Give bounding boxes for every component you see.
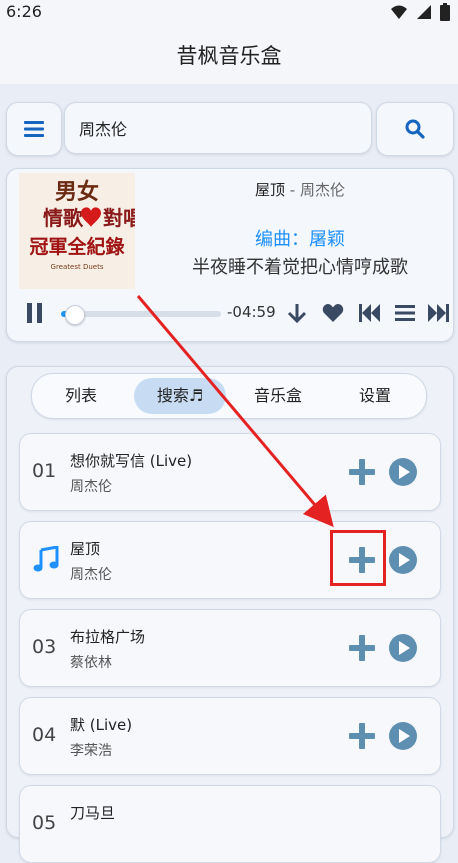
hamburger-icon [24, 121, 44, 137]
song-number: 04 [32, 724, 57, 746]
favorite-button[interactable] [319, 299, 347, 327]
tab-music-box[interactable]: 音乐盒 [232, 378, 324, 414]
song-number: 03 [32, 636, 57, 658]
svg-text:情歌: 情歌 [43, 206, 84, 230]
battery-icon [440, 3, 450, 21]
song-artist: 蔡依林 [70, 655, 112, 671]
play-circle-icon[interactable] [388, 721, 418, 751]
heart-icon [322, 304, 344, 322]
lyric-next: 半夜睡不着觉把心情哼成歌 [192, 257, 408, 278]
play-circle-icon[interactable] [388, 457, 418, 487]
skip-next-icon [428, 304, 449, 322]
album-art[interactable]: 男女 情歌 對唱 冠軍全紀錄 Greatest Duets [19, 173, 135, 289]
playback-controls: -04:59 [17, 297, 449, 329]
song-number: 01 [32, 460, 57, 482]
song-artist: 李荣浩 [70, 743, 112, 759]
download-icon [287, 304, 307, 324]
add-to-playlist-icon[interactable] [348, 722, 376, 750]
song-title: 屋顶 [70, 540, 101, 558]
status-time: 6:26 [6, 2, 42, 21]
song-title: 默 (Live) [70, 716, 133, 734]
main-panel: 列表 搜索♬ 音乐盒 设置 01 想你就写信 (Live) 周杰伦 屋顶 周杰伦… [6, 366, 454, 863]
progress-bar[interactable] [61, 305, 221, 325]
wifi-icon [391, 5, 407, 19]
playlist-button[interactable] [391, 299, 419, 327]
next-button[interactable] [425, 299, 453, 327]
song-list-item[interactable]: 03 布拉格广场 蔡依林 [19, 609, 441, 687]
svg-text:Greatest Duets: Greatest Duets [51, 263, 104, 271]
search-input[interactable]: 周杰伦 [64, 102, 372, 154]
song-artist: 周杰伦 [70, 479, 112, 495]
now-playing-title: 屋顶 [255, 181, 286, 199]
menu-button[interactable] [6, 102, 62, 156]
signal-icon [417, 5, 431, 19]
status-icons [390, 3, 450, 21]
status-bar: 6:26 [0, 0, 458, 24]
search-input-value: 周杰伦 [79, 120, 128, 139]
lyric-current: 编曲：屠颖 [255, 229, 345, 250]
now-playing-separator: - [285, 181, 300, 199]
tab-list[interactable]: 列表 [36, 378, 126, 414]
annotation-highlight-box [330, 530, 386, 586]
previous-button[interactable] [355, 299, 383, 327]
list-icon [395, 305, 415, 321]
progress-thumb[interactable] [65, 305, 85, 325]
song-title: 布拉格广场 [70, 628, 146, 646]
song-artist: 周杰伦 [70, 567, 112, 583]
song-list-item[interactable]: 01 想你就写信 (Live) 周杰伦 [19, 433, 441, 511]
now-playing-line: 屋顶 - 周杰伦 [157, 179, 443, 200]
time-remaining: -04:59 [227, 303, 276, 321]
song-number: 05 [32, 812, 57, 834]
player-card: 男女 情歌 對唱 冠軍全紀錄 Greatest Duets 屋顶 - 周杰伦 编… [6, 168, 454, 342]
app-bar: 昔枫音乐盒 [0, 24, 458, 84]
svg-text:冠軍全紀錄: 冠軍全紀錄 [29, 235, 124, 258]
search-button[interactable] [376, 102, 454, 156]
skip-previous-icon [359, 304, 380, 322]
song-list-item[interactable]: 05 刀马旦 [19, 785, 441, 863]
tab-search[interactable]: 搜索♬ [134, 378, 226, 414]
now-playing-artist: 周杰伦 [299, 181, 345, 199]
song-list-item[interactable]: 04 默 (Live) 李荣浩 [19, 697, 441, 775]
download-button[interactable] [283, 299, 311, 327]
svg-text:對唱: 對唱 [103, 206, 135, 230]
app-title: 昔枫音乐盒 [176, 44, 282, 68]
search-icon [405, 119, 425, 139]
play-circle-icon[interactable] [388, 633, 418, 663]
music-note-icon [33, 546, 59, 572]
add-to-playlist-icon[interactable] [348, 458, 376, 486]
tab-settings[interactable]: 设置 [330, 378, 420, 414]
svg-text:男女: 男女 [55, 179, 99, 205]
song-title: 想你就写信 (Live) [70, 452, 193, 470]
album-art-image: 男女 情歌 對唱 冠軍全紀錄 Greatest Duets [19, 173, 135, 289]
pause-button[interactable] [21, 299, 49, 327]
add-to-playlist-icon[interactable] [348, 634, 376, 662]
pause-icon [27, 303, 42, 323]
tab-bar: 列表 搜索♬ 音乐盒 设置 [31, 373, 427, 419]
play-circle-icon[interactable] [388, 545, 418, 575]
